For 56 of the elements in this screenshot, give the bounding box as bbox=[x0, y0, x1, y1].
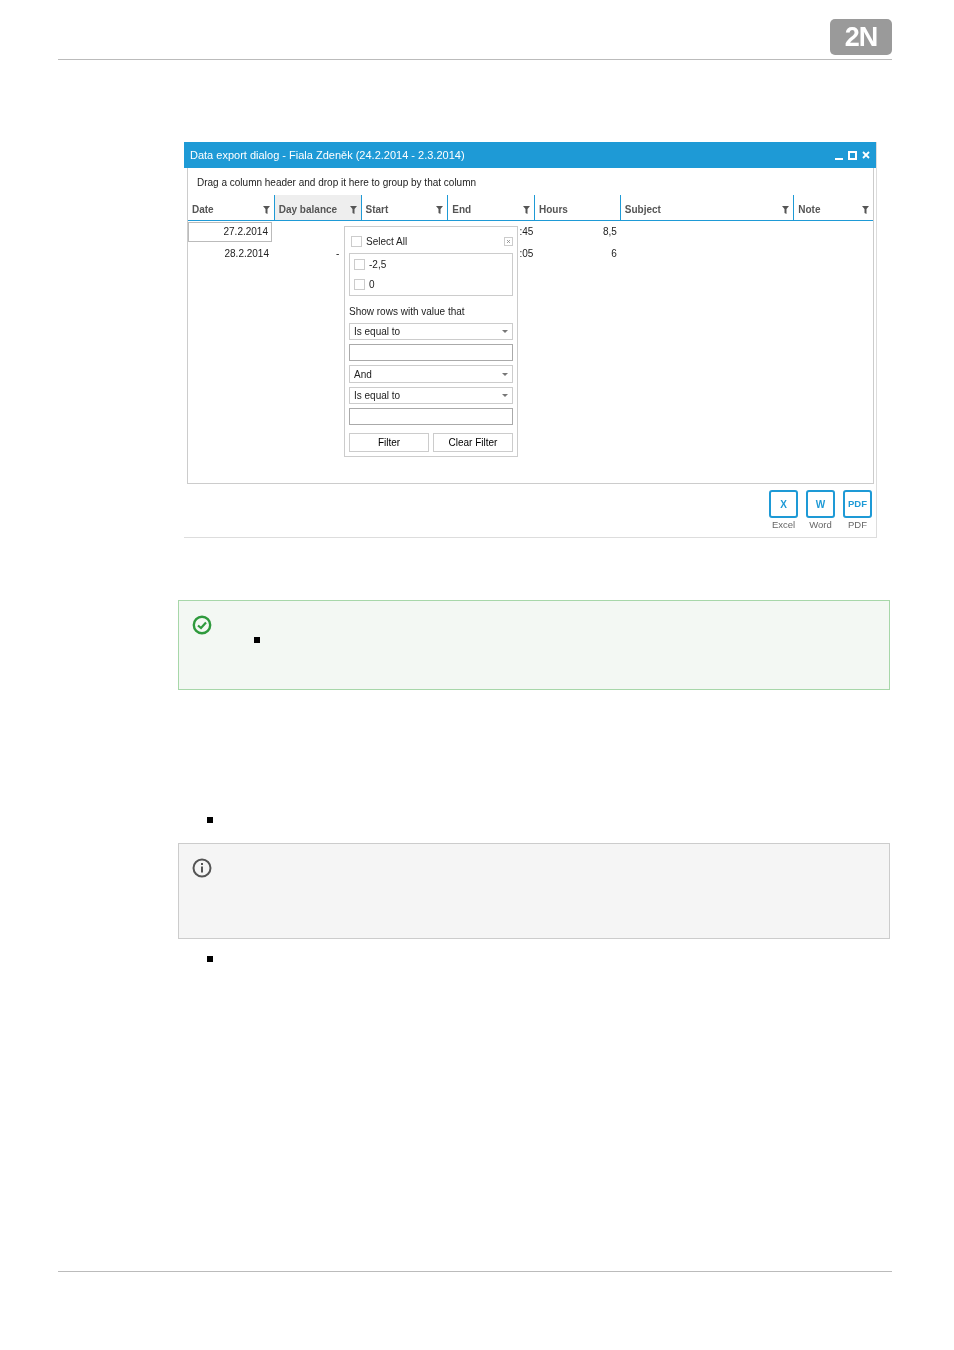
check-circle-icon bbox=[192, 615, 212, 635]
caret-icon bbox=[502, 372, 508, 376]
column-header[interactable]: Subject bbox=[619, 195, 794, 220]
filter-icon[interactable] bbox=[262, 205, 270, 214]
column-header[interactable]: Date bbox=[188, 195, 274, 220]
table-cell-text: :05 bbox=[519, 247, 534, 261]
filter-icon[interactable] bbox=[523, 205, 530, 214]
export-button[interactable]: PDF PDF bbox=[843, 490, 872, 533]
filter-icon[interactable] bbox=[436, 205, 444, 214]
export-button[interactable]: W Word bbox=[806, 490, 835, 533]
filter-icon[interactable] bbox=[862, 205, 869, 214]
filter-button[interactable]: Filter bbox=[349, 433, 429, 452]
column-header[interactable]: Hours bbox=[534, 195, 620, 220]
logo: 2N bbox=[830, 19, 892, 55]
column-header[interactable]: Note bbox=[793, 195, 873, 220]
dropdown[interactable]: Is equal to bbox=[349, 386, 513, 405]
group-hint: Drag a column header and drop it here to group by that column bbox=[196, 176, 478, 190]
filter-button[interactable]: Clear Filter bbox=[433, 433, 513, 452]
dropdown[interactable]: Is equal to bbox=[349, 323, 513, 341]
caret-icon bbox=[502, 393, 508, 397]
table-cell-text: 8,5 bbox=[601, 226, 618, 237]
maximize-icon[interactable] bbox=[848, 150, 857, 160]
bullet-icon bbox=[254, 637, 260, 643]
table-cell: 27.2.2014 bbox=[188, 222, 272, 242]
export-label: PDF bbox=[848, 518, 867, 532]
bullet-icon bbox=[207, 817, 213, 823]
export-button[interactable]: X Excel bbox=[769, 490, 798, 533]
dropdown[interactable]: And bbox=[349, 365, 513, 383]
table-cell-text: - bbox=[335, 247, 341, 261]
document-icon: W bbox=[806, 490, 835, 518]
column-header[interactable]: End bbox=[447, 195, 534, 220]
checkbox-label[interactable]: 0 bbox=[369, 277, 375, 292]
document-icon: PDF bbox=[843, 490, 872, 518]
table-cell-text: 6 bbox=[610, 248, 618, 259]
checkbox-label[interactable]: -2,5 bbox=[369, 257, 387, 272]
export-label: Excel bbox=[771, 518, 796, 532]
column-header[interactable]: Day balance bbox=[273, 195, 361, 220]
column-header[interactable]: Start bbox=[360, 195, 448, 220]
filter-prompt: Show rows with value that bbox=[349, 305, 466, 319]
export-label: Word bbox=[809, 518, 832, 532]
table-cell-text: 28.2.2014 bbox=[223, 247, 270, 261]
input-field[interactable] bbox=[349, 408, 513, 425]
info-icon bbox=[192, 858, 212, 878]
checkbox[interactable] bbox=[354, 279, 365, 290]
filter-icon[interactable] bbox=[349, 205, 357, 214]
checkbox[interactable] bbox=[354, 259, 365, 270]
document-icon: X bbox=[769, 490, 798, 518]
table-cell-text: :45 bbox=[519, 225, 534, 239]
window-title: Data export dialog - Fiala Zdeněk (24.2.2014 - 2.3.2014) bbox=[190, 147, 466, 163]
checkbox[interactable] bbox=[351, 236, 362, 247]
input-field[interactable] bbox=[349, 344, 513, 362]
bullet-icon bbox=[207, 956, 213, 962]
filter-icon[interactable] bbox=[782, 205, 790, 214]
checkbox-label[interactable]: Select All bbox=[366, 234, 408, 249]
caret-icon bbox=[502, 330, 508, 334]
close-icon[interactable] bbox=[504, 237, 513, 246]
